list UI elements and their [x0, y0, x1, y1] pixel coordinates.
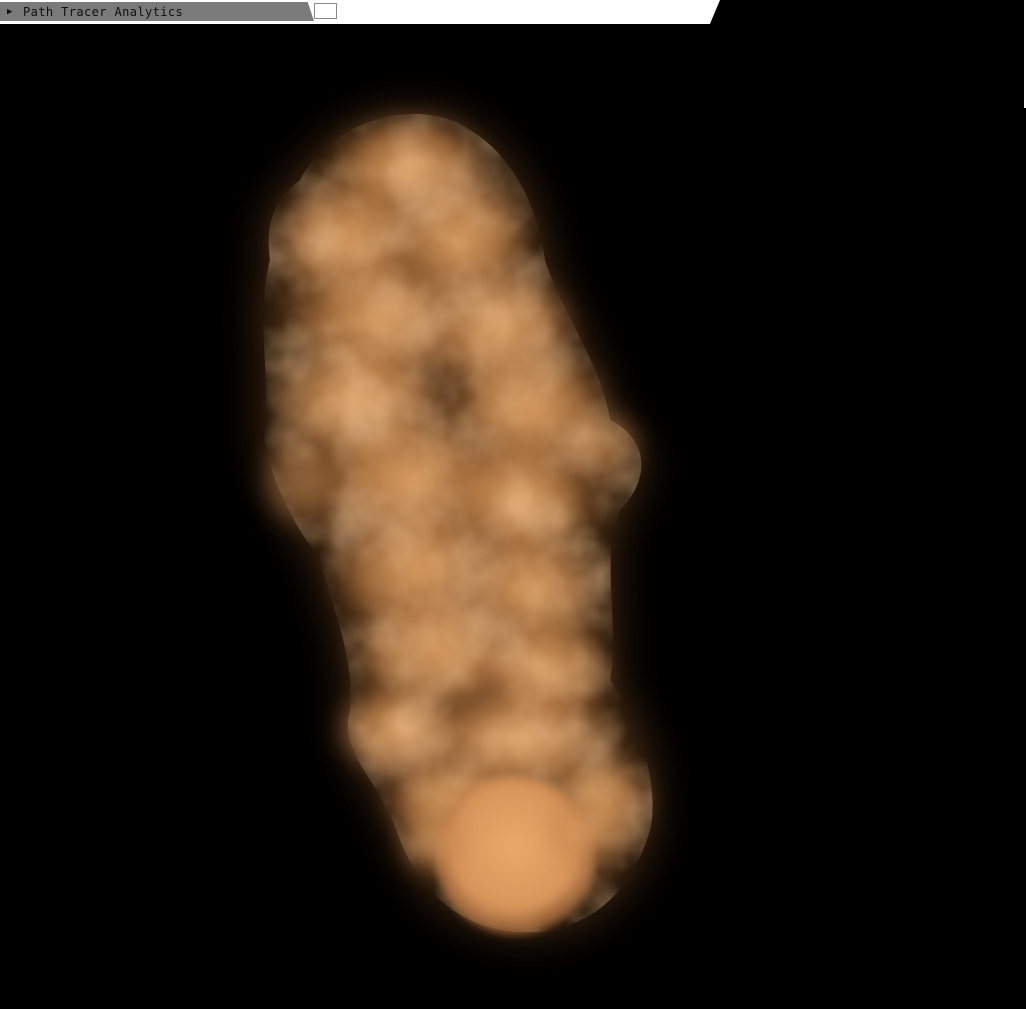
title-bar-end-box	[314, 3, 337, 19]
collapse-arrow-right-icon[interactable]: ▶	[7, 7, 17, 17]
window-title: Path Tracer Analytics	[23, 4, 184, 19]
path-tracer-analytics-window-titlebar[interactable]: ▶ Path Tracer Analytics	[0, 2, 314, 21]
render-viewport[interactable]: ▶ Path Tracer Analytics	[0, 0, 1026, 1009]
smoke-render-image	[255, 110, 655, 935]
